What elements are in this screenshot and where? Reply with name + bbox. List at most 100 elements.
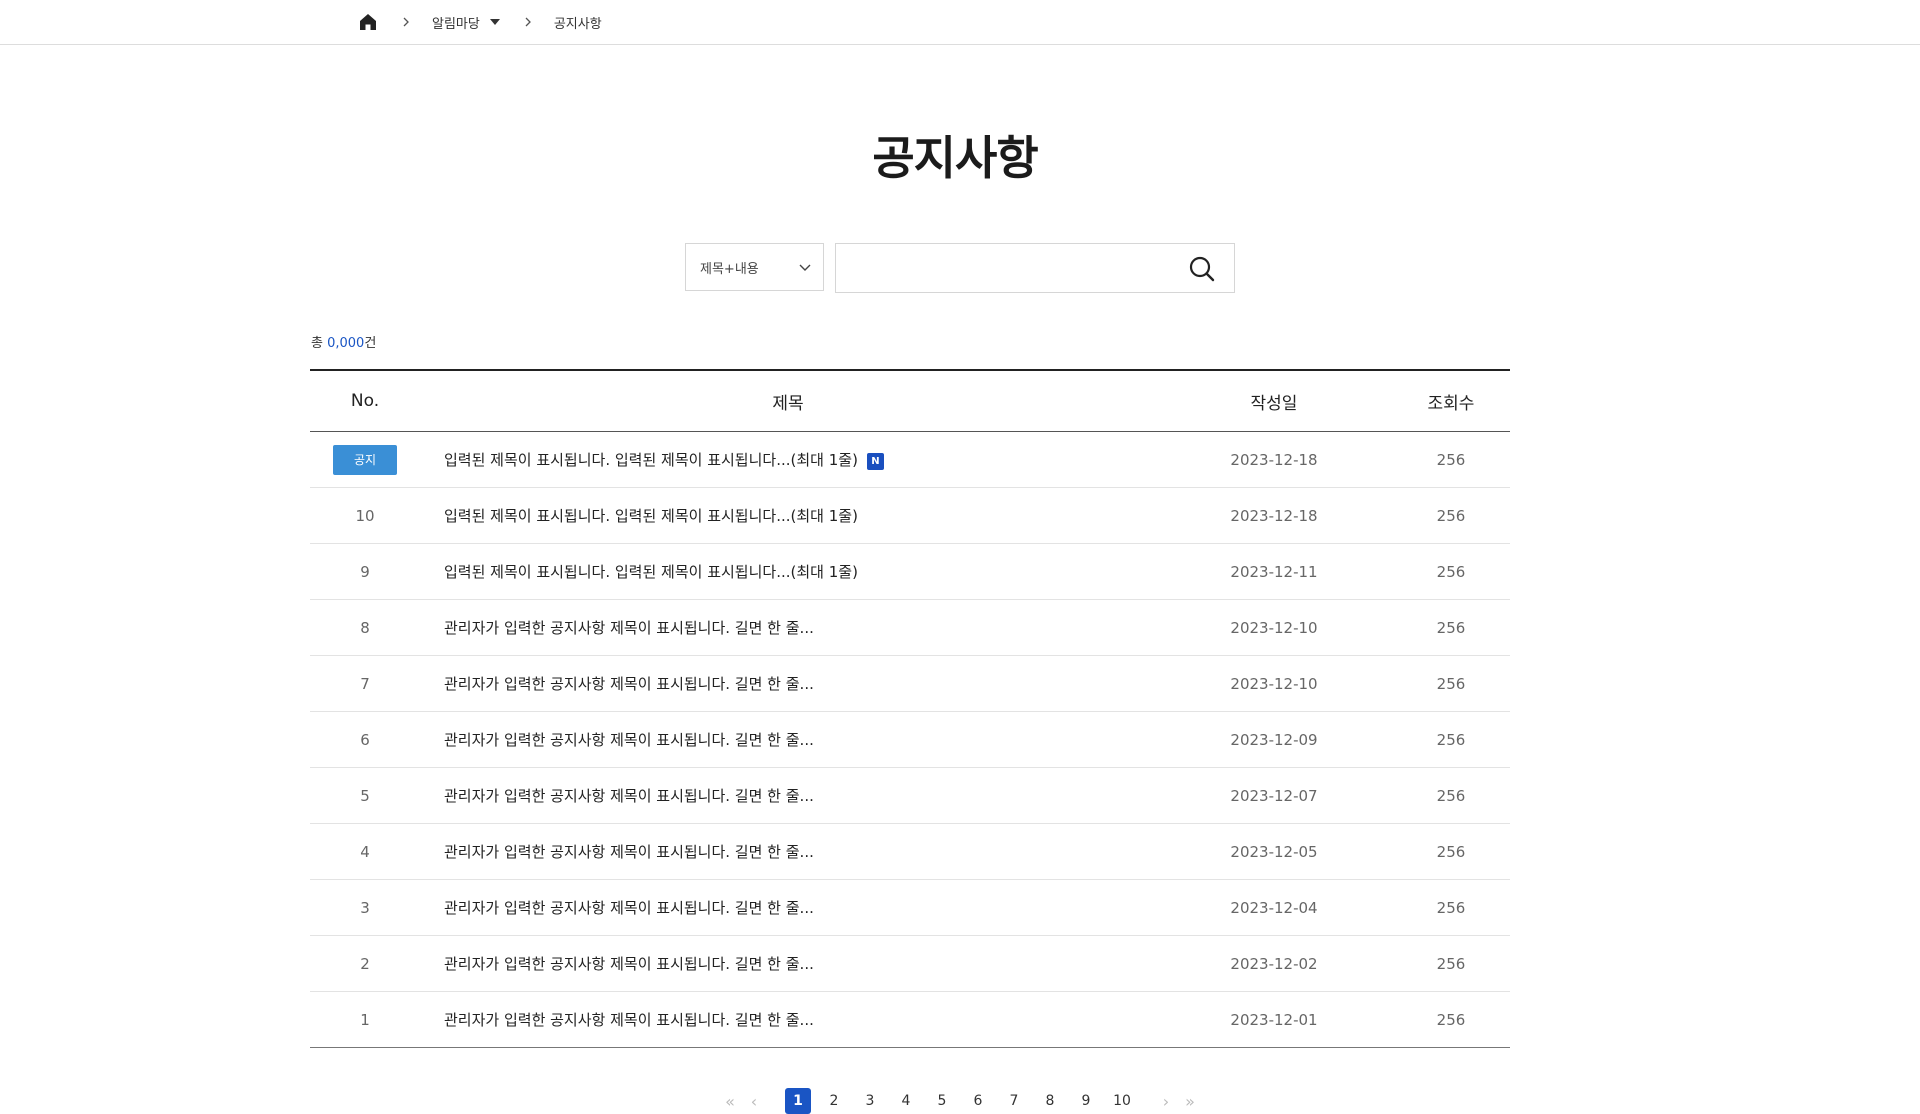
row-title-cell: 입력된 제목이 표시됩니다. 입력된 제목이 표시됩니다...(최대 1줄)	[420, 487, 1156, 544]
breadcrumb-label: 공지사항	[553, 16, 602, 32]
row-views-cell: 256	[1392, 767, 1510, 824]
table-row: 5 관리자가 입력한 공지사항 제목이 표시됩니다. 길면 한 줄... 2023-…	[310, 767, 1510, 824]
page-4-button[interactable]: 4	[893, 1088, 919, 1114]
row-title-cell: 입력된 제목이 표시됩니다. 입력된 제목이 표시됩니다...(최대 1줄)	[420, 543, 1156, 600]
post-title-link[interactable]: 관리자가 입력한 공지사항 제목이 표시됩니다. 길면 한 줄...	[444, 731, 814, 749]
chevron-right-icon[interactable]: ›	[1154, 1092, 1178, 1111]
post-title-link[interactable]: 관리자가 입력한 공지사항 제목이 표시됩니다. 길면 한 줄...	[444, 787, 814, 805]
row-date-cell: 2023-12-09	[1156, 711, 1392, 768]
page-8-button[interactable]: 8	[1037, 1088, 1063, 1114]
page-3-button[interactable]: 3	[857, 1088, 883, 1114]
row-title-cell: 관리자가 입력한 공지사항 제목이 표시됩니다. 길면 한 줄...	[420, 599, 1156, 656]
row-date-cell: 2023-12-05	[1156, 823, 1392, 880]
breadcrumb-item-notices[interactable]: 공지사항	[554, 13, 602, 32]
post-title-link[interactable]: 관리자가 입력한 공지사항 제목이 표시됩니다. 길면 한 줄...	[444, 955, 814, 973]
row-date-cell: 2023-12-18	[1156, 431, 1392, 488]
row-views-cell: 256	[1392, 879, 1510, 936]
row-date-cell: 2023-12-01	[1156, 991, 1392, 1048]
row-date-cell: 2023-12-02	[1156, 935, 1392, 992]
home-icon[interactable]	[358, 12, 378, 32]
row-no-cell: 10	[310, 487, 420, 544]
post-title-link[interactable]: 관리자가 입력한 공지사항 제목이 표시됩니다. 길면 한 줄...	[444, 1011, 814, 1029]
page-9-button[interactable]: 9	[1073, 1088, 1099, 1114]
row-title-cell: 관리자가 입력한 공지사항 제목이 표시됩니다. 길면 한 줄...	[420, 879, 1156, 936]
row-no-cell: 1	[310, 991, 420, 1048]
row-no-cell: 8	[310, 599, 420, 656]
row-views-cell: 256	[1392, 543, 1510, 600]
table-row: 6 관리자가 입력한 공지사항 제목이 표시됩니다. 길면 한 줄... 2023-…	[310, 711, 1510, 768]
post-title-link[interactable]: 관리자가 입력한 공지사항 제목이 표시됩니다. 길면 한 줄...	[444, 619, 814, 637]
row-views-cell: 256	[1392, 991, 1510, 1048]
row-views-cell: 256	[1392, 935, 1510, 992]
row-title-cell: 관리자가 입력한 공지사항 제목이 표시됩니다. 길면 한 줄...	[420, 991, 1156, 1048]
double-chevron-right-icon[interactable]: »	[1178, 1092, 1202, 1111]
table-row: 10 입력된 제목이 표시됩니다. 입력된 제목이 표시됩니다...(최대 1줄)…	[310, 487, 1510, 544]
row-no-cell: 7	[310, 655, 420, 712]
row-views-cell: 256	[1392, 431, 1510, 488]
table-row: 2 관리자가 입력한 공지사항 제목이 표시됩니다. 길면 한 줄... 2023-…	[310, 935, 1510, 992]
post-title-link[interactable]: 관리자가 입력한 공지사항 제목이 표시됩니다. 길면 한 줄...	[444, 843, 814, 861]
search-type-select[interactable]: 제목+내용	[685, 243, 824, 291]
breadcrumb: 알림마당 공지사항	[358, 0, 602, 44]
row-title-cell: 관리자가 입력한 공지사항 제목이 표시됩니다. 길면 한 줄...	[420, 823, 1156, 880]
row-title-cell: 입력된 제목이 표시됩니다. 입력된 제목이 표시됩니다...(최대 1줄) N	[420, 431, 1156, 488]
notice-badge: 공지	[333, 444, 397, 475]
row-views-cell: 256	[1392, 599, 1510, 656]
notice-table: No. 제목 작성일 조회수 공지입력된 제목이 표시됩니다. 입력된 제목이 …	[310, 369, 1510, 1048]
row-views-cell: 256	[1392, 655, 1510, 712]
chevron-down-icon	[799, 261, 811, 276]
page-7-button[interactable]: 7	[1001, 1088, 1027, 1114]
total-number: 0,000	[327, 336, 365, 351]
total-count: 총 0,000건	[311, 332, 376, 351]
header-views: 조회수	[1392, 369, 1510, 432]
header-date: 작성일	[1156, 369, 1392, 432]
row-no-cell: 5	[310, 767, 420, 824]
row-views-cell: 256	[1392, 823, 1510, 880]
row-date-cell: 2023-12-07	[1156, 767, 1392, 824]
post-title-link[interactable]: 입력된 제목이 표시됩니다. 입력된 제목이 표시됩니다...(최대 1줄)	[444, 451, 858, 469]
total-suffix: 건	[364, 336, 377, 351]
row-no-cell: 6	[310, 711, 420, 768]
chevron-left-icon[interactable]: ‹	[742, 1092, 766, 1111]
page-6-button[interactable]: 6	[965, 1088, 991, 1114]
row-title-cell: 관리자가 입력한 공지사항 제목이 표시됩니다. 길면 한 줄...	[420, 935, 1156, 992]
table-row: 3 관리자가 입력한 공지사항 제목이 표시됩니다. 길면 한 줄... 2023-…	[310, 879, 1510, 936]
page-1-button[interactable]: 1	[785, 1088, 811, 1114]
row-views-cell: 256	[1392, 487, 1510, 544]
page-10-button[interactable]: 10	[1109, 1088, 1135, 1114]
row-date-cell: 2023-12-04	[1156, 879, 1392, 936]
caret-down-icon	[489, 19, 500, 25]
row-date-cell: 2023-12-11	[1156, 543, 1392, 600]
post-title-link[interactable]: 입력된 제목이 표시됩니다. 입력된 제목이 표시됩니다...(최대 1줄)	[444, 563, 858, 581]
header-title: 제목	[420, 369, 1156, 432]
chevron-right-icon	[402, 17, 410, 27]
total-prefix: 총	[311, 336, 328, 351]
page-2-button[interactable]: 2	[821, 1088, 847, 1114]
search-icon[interactable]	[1188, 255, 1216, 283]
post-title-link[interactable]: 관리자가 입력한 공지사항 제목이 표시됩니다. 길면 한 줄...	[444, 899, 814, 917]
row-no-cell: 공지	[310, 431, 420, 488]
page-5-button[interactable]: 5	[929, 1088, 955, 1114]
row-title-cell: 관리자가 입력한 공지사항 제목이 표시됩니다. 길면 한 줄...	[420, 655, 1156, 712]
table-header-row: No. 제목 작성일 조회수	[310, 369, 1510, 432]
row-no-cell: 4	[310, 823, 420, 880]
double-chevron-left-icon[interactable]: «	[718, 1092, 742, 1111]
row-title-cell: 관리자가 입력한 공지사항 제목이 표시됩니다. 길면 한 줄...	[420, 767, 1156, 824]
breadcrumb-item-notice-board[interactable]: 알림마당	[432, 13, 500, 32]
table-row: 7 관리자가 입력한 공지사항 제목이 표시됩니다. 길면 한 줄... 2023-…	[310, 655, 1510, 712]
row-no-cell: 9	[310, 543, 420, 600]
breadcrumb-bar: 알림마당 공지사항	[0, 0, 1920, 45]
search-type-value: 제목+내용	[700, 261, 759, 277]
post-title-link[interactable]: 입력된 제목이 표시됩니다. 입력된 제목이 표시됩니다...(최대 1줄)	[444, 507, 858, 525]
row-date-cell: 2023-12-18	[1156, 487, 1392, 544]
header-no: No.	[310, 369, 420, 432]
post-title-link[interactable]: 관리자가 입력한 공지사항 제목이 표시됩니다. 길면 한 줄...	[444, 675, 814, 693]
new-badge: N	[866, 453, 884, 470]
search-box	[835, 243, 1235, 293]
table-row: 9 입력된 제목이 표시됩니다. 입력된 제목이 표시됩니다...(최대 1줄) 2…	[310, 543, 1510, 600]
row-no-cell: 3	[310, 879, 420, 936]
search-input[interactable]	[836, 244, 1166, 292]
table-row: 공지 입력된 제목이 표시됩니다. 입력된 제목이 표시됩니다...(최대 1줄)…	[310, 431, 1510, 488]
row-views-cell: 256	[1392, 711, 1510, 768]
breadcrumb-label: 알림마당	[432, 16, 480, 32]
